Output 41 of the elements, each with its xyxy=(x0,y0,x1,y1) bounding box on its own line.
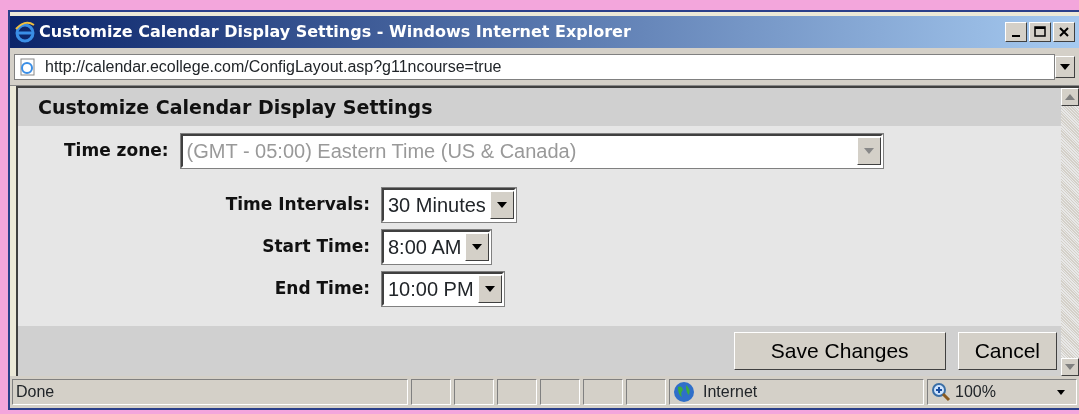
globe-icon xyxy=(673,381,695,403)
status-panel xyxy=(540,379,580,405)
page-heading: Customize Calendar Display Settings xyxy=(18,88,1061,126)
zoom-icon xyxy=(931,382,951,402)
scrollbar[interactable] xyxy=(1061,88,1079,376)
close-button[interactable] xyxy=(1053,22,1075,42)
address-field[interactable]: http://calendar.ecollege.com/ConfigLayout.asp?g11ncourse=true xyxy=(14,53,1055,80)
dialog-button[interactable]: Cancel xyxy=(957,332,1057,370)
dropdown[interactable]: 30 Minutes xyxy=(382,188,516,222)
page-icon xyxy=(19,57,37,76)
field-label: Time zone: xyxy=(64,139,169,163)
status-panel xyxy=(626,379,666,405)
browser-logo-icon xyxy=(14,21,36,43)
caret-icon xyxy=(856,137,881,165)
scroll-down-icon[interactable] xyxy=(1061,358,1079,376)
caret-icon xyxy=(465,233,490,261)
caret-icon xyxy=(489,191,514,219)
close-icon xyxy=(1058,26,1070,38)
maximize-icon xyxy=(1034,26,1046,38)
field-label: End Time: xyxy=(273,277,370,301)
status-panel xyxy=(411,379,451,405)
window-title: Customize Calendar Display Settings - Windows Internet Explorer xyxy=(39,21,631,43)
caret-icon xyxy=(477,275,502,303)
minimize-button[interactable] xyxy=(1005,22,1027,42)
status-panel xyxy=(454,379,494,405)
status-panel xyxy=(497,379,537,405)
status-panel xyxy=(583,379,623,405)
dropdown[interactable]: 8:00 AM xyxy=(382,230,492,264)
dropdown-arrow-button[interactable] xyxy=(1055,55,1075,78)
field-label: Start Time: xyxy=(261,235,370,259)
scroll-up-icon[interactable] xyxy=(1061,88,1079,106)
field-label: Time Intervals: xyxy=(224,193,370,217)
dropdown[interactable]: 10:00 PM xyxy=(382,272,504,306)
maximize-button[interactable] xyxy=(1029,22,1051,42)
zoom-control[interactable]: 100% xyxy=(927,379,1077,405)
dialog-button[interactable]: Save Changes xyxy=(733,332,946,370)
security-zone: Internet xyxy=(703,382,758,402)
caret-icon xyxy=(1060,63,1070,70)
minimize-icon xyxy=(1012,35,1020,37)
status-text: Done xyxy=(12,379,408,405)
caret-icon xyxy=(1057,389,1065,395)
